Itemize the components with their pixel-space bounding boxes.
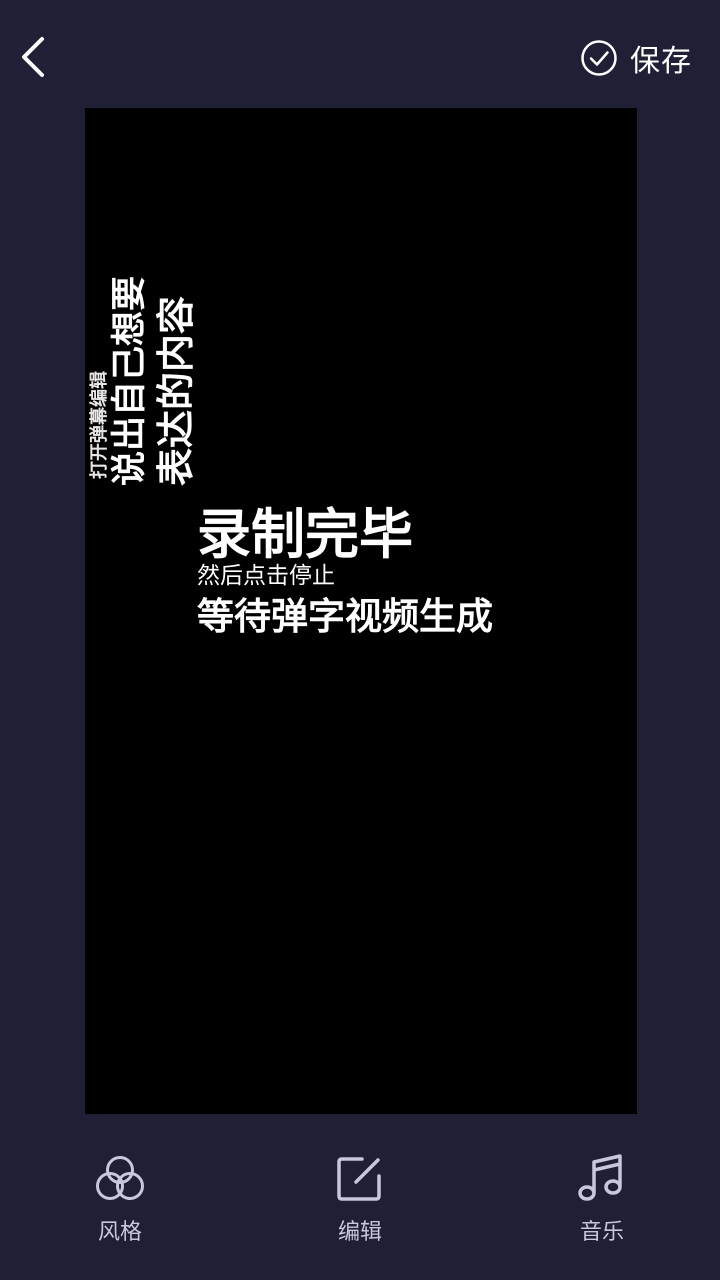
danmaku-line-2: 然后点击停止 (197, 563, 335, 589)
music-label: 音乐 (579, 1220, 624, 1245)
video-preview[interactable]: 打开弹幕编辑 说出自己想要 表达的内容 录制完毕 然后点击停止 等待弹字视频生成 (85, 108, 637, 1114)
back-button[interactable] (14, 30, 58, 84)
check-circle-icon (581, 40, 617, 76)
danmaku-line-3: 等待弹字视频生成 (197, 595, 493, 638)
circles-icon (96, 1156, 144, 1200)
chevron-left-icon (22, 37, 44, 77)
music-button[interactable]: 音乐 (542, 1150, 662, 1250)
style-button[interactable]: 风格 (60, 1150, 180, 1250)
save-label: 保存 (630, 44, 692, 79)
screen: 保存 打开弹幕编辑 说出自己想要 表达的内容 录制完毕 然后点击停止 等待弹字视… (0, 0, 720, 1280)
style-label: 风格 (97, 1220, 142, 1245)
save-button[interactable]: 保存 (580, 36, 692, 80)
edit-label: 编辑 (337, 1220, 382, 1245)
edit-button[interactable]: 编辑 (300, 1150, 420, 1250)
edit-icon (337, 1157, 381, 1201)
danmaku-vertical-big: 表达的内容 (154, 295, 198, 486)
music-note-icon (578, 1154, 622, 1201)
